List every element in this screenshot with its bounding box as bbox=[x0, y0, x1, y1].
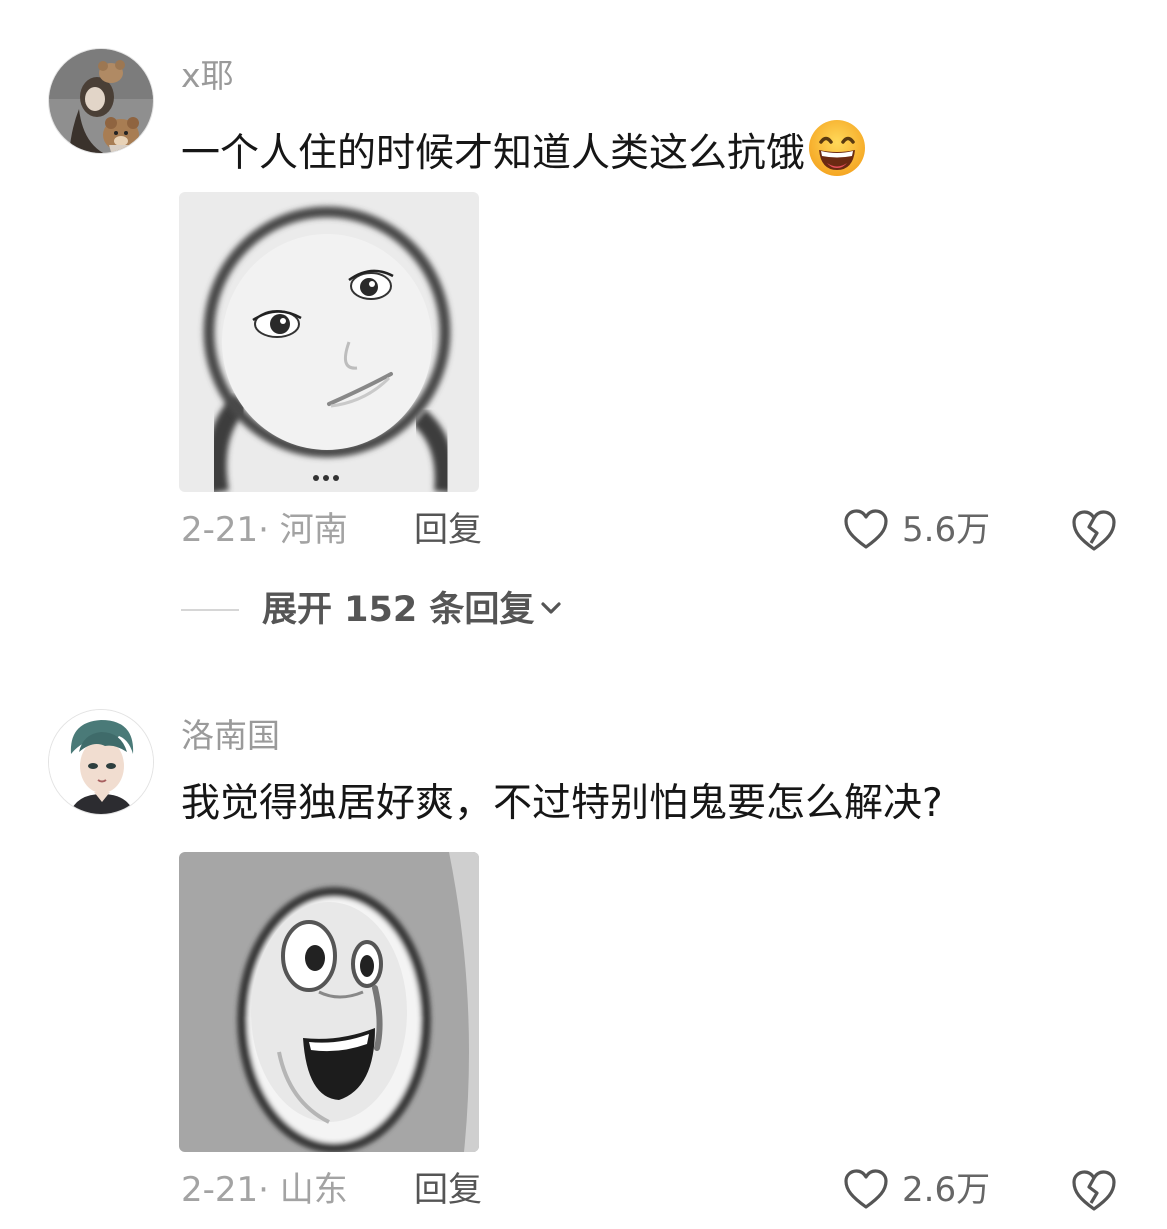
like-count: 5.6万 bbox=[902, 510, 991, 550]
expand-replies-label: 展开 152 条回复 bbox=[262, 590, 535, 630]
expand-divider-line bbox=[181, 609, 239, 611]
comment-text-content: 我觉得独居好爽，不过特别怕鬼要怎么解决? bbox=[181, 781, 943, 826]
sketch-face-sticker bbox=[179, 192, 479, 492]
username[interactable]: 洛南国 bbox=[181, 716, 280, 756]
heart-outline-icon bbox=[844, 1169, 888, 1209]
avatar-anime-boy-image bbox=[49, 710, 153, 814]
comment-meta-row: 2-21· 河南 回复 5.6万 bbox=[0, 504, 1167, 554]
creepy-smile-face-sticker bbox=[179, 852, 479, 1152]
expand-replies-row: 展开 152 条回复 bbox=[0, 585, 1167, 635]
like-count: 2.6万 bbox=[902, 1170, 991, 1210]
comment-text: 我觉得独居好爽，不过特别怕鬼要怎么解决? bbox=[181, 778, 943, 830]
user-avatar[interactable] bbox=[48, 48, 154, 154]
username[interactable]: x耶 bbox=[181, 56, 234, 96]
chevron-down-icon bbox=[541, 602, 562, 614]
avatar-girl-with-bear-image bbox=[49, 49, 153, 153]
reply-button[interactable]: 回复 bbox=[414, 1170, 482, 1210]
reply-button[interactable]: 回复 bbox=[414, 510, 482, 550]
expand-replies-button[interactable]: 展开 152 条回复 bbox=[262, 589, 564, 631]
comment-sticker-image[interactable] bbox=[179, 192, 479, 492]
comment-meta-row: 2-21· 山东 回复 2.6万 bbox=[0, 1164, 1167, 1214]
grinning-squint-emoji-icon bbox=[809, 120, 866, 176]
user-avatar[interactable] bbox=[48, 709, 154, 815]
comment-text: 一个人住的时候才知道人类这么抗饿 bbox=[181, 118, 867, 180]
comment-sticker-image[interactable] bbox=[179, 852, 479, 1152]
broken-heart-icon[interactable] bbox=[1069, 507, 1119, 553]
comment-date-location: 2-21· 河南 bbox=[181, 510, 348, 550]
comment-text-content: 一个人住的时候才知道人类这么抗饿 bbox=[181, 131, 806, 176]
heart-outline-icon bbox=[844, 509, 888, 549]
comment-date-location: 2-21· 山东 bbox=[181, 1170, 348, 1210]
broken-heart-icon[interactable] bbox=[1069, 1167, 1119, 1213]
